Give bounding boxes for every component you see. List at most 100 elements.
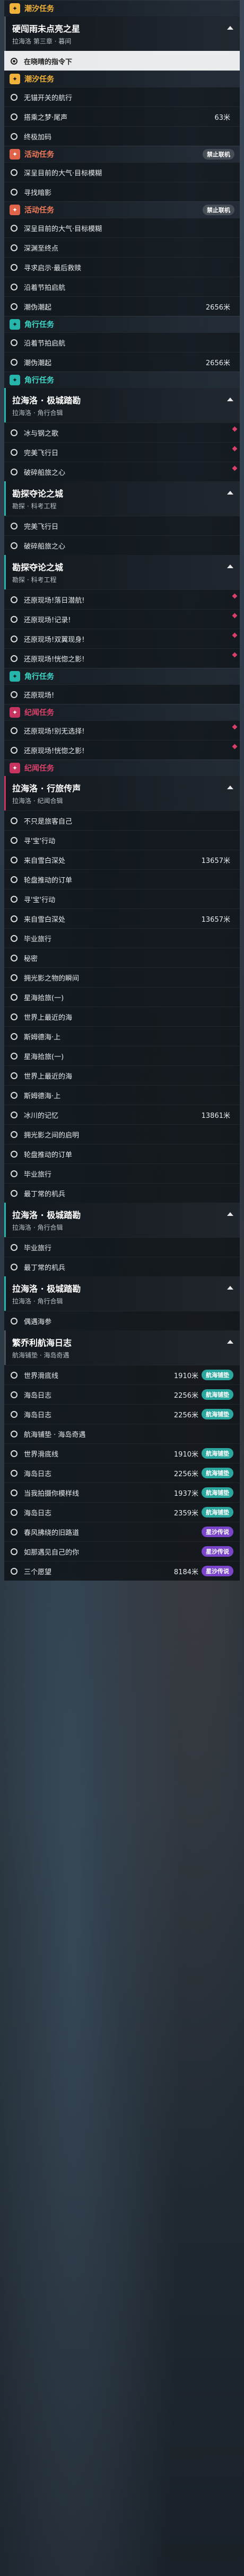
track-radio-icon[interactable] — [11, 993, 18, 1001]
track-radio-icon[interactable] — [11, 468, 18, 475]
track-radio-icon[interactable] — [11, 263, 18, 271]
track-radio-icon[interactable] — [11, 113, 18, 120]
track-radio-icon[interactable] — [11, 1052, 18, 1060]
quest-item[interactable]: 斯姆德海·上 — [4, 1085, 240, 1105]
track-radio-icon[interactable] — [11, 1548, 18, 1555]
track-radio-icon[interactable] — [11, 1489, 18, 1496]
section-header[interactable]: ✦ 角行任务 — [4, 372, 240, 388]
quest-item[interactable]: 还原现场!落日潜航! — [4, 589, 240, 609]
quest-item[interactable]: 完美飞行日 — [4, 442, 240, 462]
track-radio-icon[interactable] — [11, 876, 18, 883]
track-radio-icon[interactable] — [11, 522, 18, 530]
quest-item[interactable]: 如那遇见自己的你 星沙传说 — [4, 1541, 240, 1561]
track-radio-icon[interactable] — [11, 1508, 18, 1516]
section-header[interactable]: ✦ 纪闻任务 — [4, 704, 240, 720]
track-radio-icon[interactable] — [11, 303, 18, 310]
track-radio-icon[interactable] — [11, 727, 18, 734]
section-header[interactable]: ✦ 潮汐任务 — [4, 0, 240, 16]
quest-item[interactable]: 冰川的记忆 13861米 — [4, 1105, 240, 1124]
track-radio-icon[interactable] — [11, 691, 18, 698]
track-radio-icon[interactable] — [11, 1469, 18, 1477]
track-radio-icon[interactable] — [11, 1528, 18, 1536]
quest-item[interactable]: 海岛日志 2256米 航海铺垫 — [4, 1463, 240, 1483]
quest-item[interactable]: 偶遇海参 — [4, 1311, 240, 1330]
track-radio-icon[interactable] — [11, 1189, 18, 1197]
quest-item[interactable]: 三个愿望 8184米 星沙传说 — [4, 1561, 240, 1581]
track-radio-icon[interactable] — [11, 133, 18, 140]
quest-item[interactable]: 海岛日志 2256米 航海铺垫 — [4, 1404, 240, 1424]
track-radio-icon[interactable] — [11, 358, 18, 366]
track-radio-icon[interactable] — [11, 244, 18, 251]
quest-item[interactable]: 世界滑底线 1910米 航海铺垫 — [4, 1443, 240, 1463]
quest-item[interactable]: 最丁常的机兵 — [4, 1183, 240, 1203]
collapse-chevron-icon[interactable] — [227, 1212, 233, 1216]
section-header[interactable]: ✦ 活动任务 禁止联机 — [4, 201, 240, 218]
track-radio-icon[interactable] — [11, 817, 18, 824]
quest-item[interactable]: 最丁常的机兵 — [4, 1257, 240, 1276]
quest-item[interactable]: 破碎船旅之心 — [4, 462, 240, 481]
quest-item[interactable]: 还原现场!记录! — [4, 609, 240, 629]
quest-item[interactable]: 星海拾旅(一) — [4, 1046, 240, 1065]
track-radio-icon[interactable] — [11, 1317, 18, 1325]
section-header[interactable]: ✦ 潮汐任务 — [4, 70, 240, 87]
track-radio-icon[interactable] — [11, 1243, 18, 1251]
quest-item[interactable]: 轮盘推动的订单 — [4, 1144, 240, 1163]
quest-item[interactable]: 毕业旅行 — [4, 1163, 240, 1183]
quest-item[interactable]: 寻求启示·最后救赎 — [4, 257, 240, 277]
quest-group[interactable]: 繁乔利航海日志 航海铺垫 · 海岛奇遇 — [4, 1330, 240, 1365]
quest-item[interactable]: 来自雪白深处 13657米 — [4, 908, 240, 928]
track-radio-icon[interactable] — [11, 954, 18, 961]
quest-item[interactable]: 还原现场!恍惚之影! — [4, 740, 240, 760]
collapse-chevron-icon[interactable] — [227, 26, 233, 30]
track-radio-icon[interactable] — [11, 1391, 18, 1398]
quest-item[interactable]: 轮盘推动的订单 — [4, 869, 240, 889]
track-radio-icon[interactable] — [11, 1263, 18, 1271]
track-radio-icon[interactable] — [11, 746, 18, 754]
track-radio-icon[interactable] — [11, 1371, 18, 1379]
track-radio-icon[interactable] — [11, 283, 18, 290]
quest-item[interactable]: 世界上最近的海 — [4, 1007, 240, 1026]
quest-item[interactable]: 潮伪潮起 2656米 — [4, 352, 240, 372]
quest-item[interactable]: 深渊至终点 — [4, 237, 240, 257]
track-radio-icon[interactable] — [11, 1131, 18, 1138]
track-radio-icon[interactable] — [11, 429, 18, 436]
quest-item[interactable]: 毕业旅行 — [4, 1237, 240, 1257]
section-header[interactable]: ✦ 纪闻任务 — [4, 760, 240, 776]
track-radio-icon[interactable] — [11, 615, 18, 623]
quest-group[interactable]: 拉海洛 · 极城踏勘 拉海洛 · 角行合辑 — [4, 1203, 240, 1237]
quest-item[interactable]: 当我拍摄你模样线 1937米 航海铺垫 — [4, 1483, 240, 1502]
collapse-chevron-icon[interactable] — [227, 398, 233, 401]
track-radio-icon[interactable] — [11, 1033, 18, 1040]
track-radio-icon[interactable] — [11, 974, 18, 981]
quest-item[interactable]: 搭乘之梦·尾声 63米 — [4, 107, 240, 126]
track-radio-icon[interactable] — [11, 1111, 18, 1118]
quest-item[interactable]: 世界滑底线 1910米 航海铺垫 — [4, 1365, 240, 1384]
track-radio-icon[interactable] — [11, 596, 18, 603]
quest-item[interactable]: 潮伪潮起 2656米 — [4, 296, 240, 316]
collapse-chevron-icon[interactable] — [227, 1340, 233, 1344]
quest-item[interactable]: 寻找暗影 — [4, 182, 240, 201]
quest-item[interactable]: 海岛日志 2256米 航海铺垫 — [4, 1384, 240, 1404]
track-radio-icon[interactable] — [11, 1410, 18, 1418]
quest-group[interactable]: 拉海洛 · 极城踏勘 拉海洛 · 角行合辑 — [4, 388, 240, 422]
track-radio-icon[interactable] — [11, 915, 18, 922]
quest-item[interactable]: 拥光影之间的启明 — [4, 1124, 240, 1144]
section-header[interactable]: ✦ 活动任务 禁止联机 — [4, 146, 240, 162]
quest-group[interactable]: 勘探夺论之城 勘探 · 科考工程 — [4, 481, 240, 516]
track-radio-icon[interactable] — [11, 1013, 18, 1020]
track-radio-icon[interactable] — [11, 57, 18, 65]
quest-item[interactable]: 毕业旅行 — [4, 928, 240, 948]
quest-item[interactable]: 斯姆德海·上 — [4, 1026, 240, 1046]
quest-item[interactable]: 春风拂绕的旧路道 星沙传说 — [4, 1522, 240, 1541]
quest-item[interactable]: 冰与钢之歌 — [4, 422, 240, 442]
track-radio-icon[interactable] — [11, 542, 18, 549]
section-header[interactable]: ✦ 角行任务 — [4, 316, 240, 332]
quest-item[interactable]: 无锚开关的航行 — [4, 87, 240, 107]
collapse-chevron-icon[interactable] — [227, 491, 233, 495]
quest-group[interactable]: 拉海洛 · 行旅传声 拉海洛 · 纪闻合辑 — [4, 776, 240, 810]
quest-item[interactable]: 秘密 — [4, 948, 240, 967]
track-radio-icon[interactable] — [11, 934, 18, 942]
track-radio-icon[interactable] — [11, 635, 18, 642]
quest-item[interactable]: 沿着节拍启航 — [4, 277, 240, 296]
quest-item[interactable]: 完美飞行日 — [4, 516, 240, 535]
